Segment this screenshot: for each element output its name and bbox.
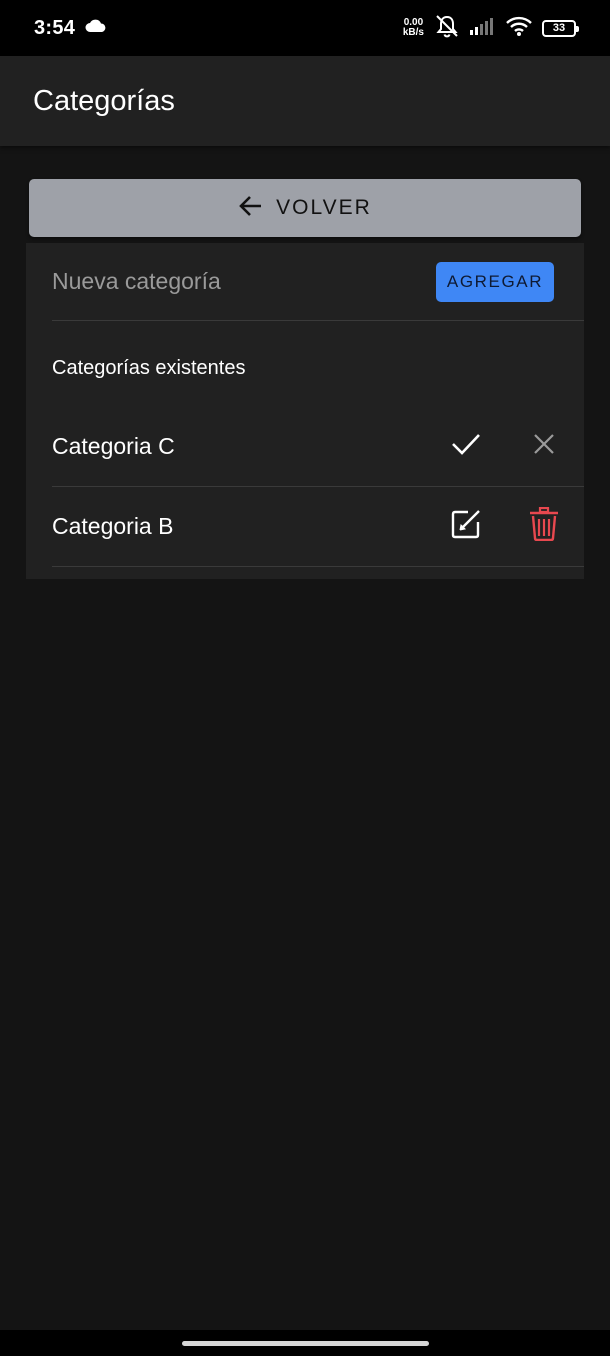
cancel-edit-button[interactable] (522, 425, 566, 469)
battery-indicator: 33 (542, 19, 579, 37)
wifi-icon (506, 16, 532, 41)
back-button[interactable]: VOLVER (29, 179, 581, 237)
edit-category-button[interactable] (444, 505, 488, 549)
existing-categories-title: Categorías existentes (52, 357, 246, 379)
list-item: Categoria C (52, 407, 584, 487)
bell-off-icon (434, 14, 460, 43)
delete-category-button[interactable] (522, 505, 566, 549)
add-category-label: AGREGAR (446, 271, 544, 291)
category-name: Categoria B (52, 513, 174, 539)
edit-icon (450, 508, 482, 545)
signal-icon (470, 17, 496, 40)
cloud-icon (85, 19, 107, 38)
status-time: 3:54 (34, 16, 76, 39)
status-right: 0.00 kB/s 33 (403, 14, 579, 43)
back-button-label: VOLVER (276, 196, 372, 219)
confirm-edit-button[interactable] (444, 425, 488, 469)
network-speed-unit: kB/s (402, 27, 424, 38)
status-left: 3:54 (34, 17, 107, 40)
trash-icon (529, 506, 559, 546)
home-indicator[interactable] (182, 1341, 429, 1346)
new-category-row: AGREGAR (52, 243, 584, 321)
category-name: Categoria C (52, 433, 175, 459)
list-item: Categoria B (52, 487, 584, 567)
network-speed: 0.00 kB/s (403, 18, 424, 38)
page-title: Categorías (33, 84, 175, 117)
add-category-button[interactable]: AGREGAR (436, 261, 554, 302)
categories-card: AGREGAR Categorías existentes Categoria … (26, 243, 584, 579)
check-icon (451, 432, 481, 461)
status-bar: 3:54 0.00 kB/s 33 (0, 0, 610, 56)
new-category-input[interactable] (52, 268, 412, 295)
arrow-left-icon (238, 195, 264, 222)
close-icon (533, 433, 555, 460)
navigation-bar (0, 1330, 610, 1356)
app-bar: Categorías (0, 56, 610, 146)
battery-level: 33 (552, 22, 566, 34)
